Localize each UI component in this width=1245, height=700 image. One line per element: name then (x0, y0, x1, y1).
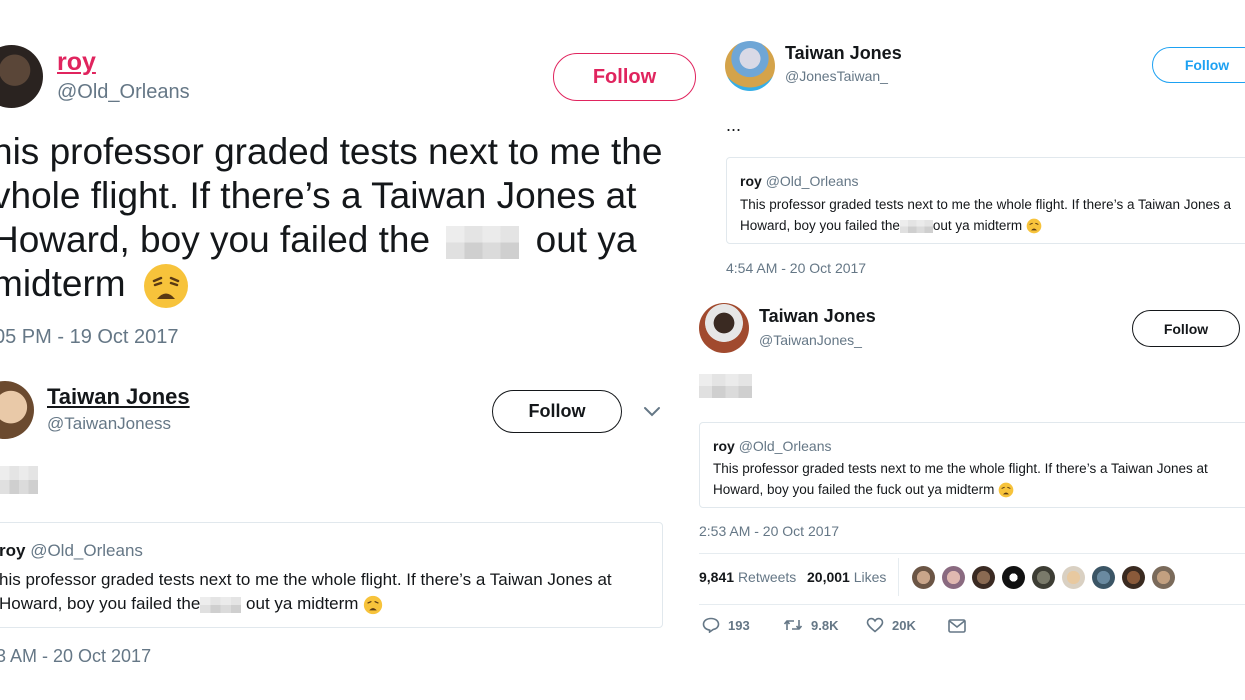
tweet-line-3-part-b: out ya (535, 219, 637, 260)
retweets-count: 9,841 (699, 569, 735, 585)
taiwanjones-timestamp[interactable]: 2:53 AM - 20 Oct 2017 (699, 523, 839, 539)
stats-divider-top (699, 553, 1245, 554)
follow-button-taiwanjoness[interactable]: Follow (492, 390, 622, 433)
reply-count: 193 (728, 617, 750, 633)
roy-tweet-timestamp[interactable]: 05 PM - 19 Oct 2017 (0, 326, 179, 349)
taiwanjoness-display-name[interactable]: Taiwan Jones (47, 384, 190, 410)
quoted-line-2: Howard, boy you failed the fuck out ya m… (713, 479, 1208, 500)
stats-divider-bottom (699, 604, 1245, 605)
likes-label: Likes (853, 569, 887, 585)
taiwanjones-avatar[interactable] (699, 303, 749, 353)
liker-avatar[interactable] (1122, 566, 1145, 589)
quoted-author-handle: @Old_Orleans (30, 541, 143, 560)
tweet-line-4-text: midterm (0, 263, 126, 304)
quoted-author: roy @Old_Orleans (713, 438, 832, 454)
retweets-label: Retweets (737, 569, 797, 585)
quoted-author: roy @Old_Orleans (740, 173, 859, 189)
envelope-icon[interactable] (948, 619, 966, 633)
quoted-author-name: roy (0, 541, 26, 560)
like-action[interactable]: 20K (866, 617, 916, 633)
liker-avatar[interactable] (1002, 566, 1025, 589)
quoted-line-1: This professor graded tests next to me t… (740, 197, 1232, 212)
taiwanjoness-reply-timestamp[interactable]: 3 AM - 20 Oct 2017 (0, 646, 151, 667)
jonestaiwan-timestamp[interactable]: 4:54 AM - 20 Oct 2017 (726, 260, 866, 276)
follow-button-jonestaiwan[interactable]: Follow (1152, 47, 1245, 83)
tweet-line-4: midterm (0, 262, 662, 310)
tweet-line-3-part-a: Howard, boy you failed the (0, 219, 431, 260)
quoted-text: his professor graded tests next to me th… (0, 568, 612, 616)
quoted-text: This professor graded tests next to me t… (740, 194, 1231, 236)
jonestaiwan-handle[interactable]: @JonesTaiwan_ (785, 68, 888, 84)
quoted-author-name: roy (713, 438, 735, 454)
quoted-tweet-card-left[interactable]: roy @Old_Orleans his professor graded te… (0, 522, 663, 628)
weary-face-emoji-icon (998, 483, 1014, 498)
quoted-line-1: his professor graded tests next to me th… (0, 570, 612, 589)
roy-display-name[interactable]: roy (57, 48, 96, 77)
quoted-tweet-card-bottom-right[interactable]: roy @Old_Orleans This professor graded t… (699, 422, 1245, 508)
retweets-stat[interactable]: 9,841 Retweets (699, 569, 796, 585)
quoted-line-2-b: out ya midterm (246, 594, 359, 613)
quoted-line-2-b: out ya midterm (932, 218, 1023, 233)
jonestaiwan-display-name[interactable]: Taiwan Jones (785, 43, 902, 64)
quoted-line-1: This professor graded tests next to me t… (713, 461, 1208, 476)
taiwanjones-display-name[interactable]: Taiwan Jones (759, 306, 876, 327)
reply-action[interactable]: 193 (702, 617, 750, 633)
like-count: 20K (892, 617, 916, 633)
weary-face-emoji-icon (1026, 219, 1042, 234)
retweet-count: 9.8K (811, 617, 839, 633)
censored-reply-text (699, 374, 752, 398)
censored-word-quote (899, 219, 933, 233)
liker-avatar[interactable] (912, 566, 935, 589)
weary-face-emoji-icon (143, 264, 188, 309)
roy-handle[interactable]: @Old_Orleans (57, 81, 190, 104)
quoted-author-name: roy (740, 173, 762, 189)
chevron-down-icon[interactable] (643, 406, 661, 418)
liker-avatar[interactable] (942, 566, 965, 589)
roy-tweet-text: his professor graded tests next to me th… (0, 130, 662, 310)
tweet-line-3: Howard, boy you failed the out ya (0, 218, 662, 262)
quoted-line-2-text: Howard, boy you failed the fuck out ya m… (713, 482, 995, 497)
likes-stat[interactable]: 20,001 Likes (807, 569, 886, 585)
heart-icon (866, 617, 884, 633)
tweet-line-1: his professor graded tests next to me th… (0, 131, 663, 172)
quoted-author-handle: @Old_Orleans (765, 173, 859, 189)
quoted-author: roy @Old_Orleans (0, 541, 143, 561)
roy-avatar[interactable] (0, 45, 43, 108)
follow-button-taiwanjones[interactable]: Follow (1132, 310, 1240, 347)
quoted-line-2: Howard, boy you failed the out ya midterm (740, 215, 1231, 236)
taiwanjones-handle[interactable]: @TaiwanJones_ (759, 332, 862, 348)
tweet-line-2: vhole flight. If there’s a Taiwan Jones … (0, 175, 637, 216)
quoted-text: This professor graded tests next to me t… (713, 458, 1208, 500)
jonestaiwan-tweet-text: ... (726, 115, 742, 135)
liker-avatar[interactable] (1032, 566, 1055, 589)
follow-button-roy[interactable]: Follow (553, 53, 696, 101)
quoted-line-2-a: Howard, boy you failed the (0, 594, 201, 613)
stats-vertical-divider (898, 558, 899, 596)
jonestaiwan-avatar[interactable] (725, 41, 775, 91)
quoted-author-handle: @Old_Orleans (738, 438, 832, 454)
liker-avatar[interactable] (1092, 566, 1115, 589)
quoted-tweet-card-top-right[interactable]: roy @Old_Orleans This professor graded t… (726, 157, 1245, 244)
weary-face-emoji-icon (364, 595, 383, 614)
liker-avatar[interactable] (1152, 566, 1175, 589)
quoted-line-2-a: Howard, boy you failed the (740, 218, 900, 233)
taiwanjoness-handle[interactable]: @TaiwanJoness (47, 414, 171, 434)
likes-count: 20,001 (807, 569, 850, 585)
censored-word-quote (200, 596, 242, 613)
censored-reply-text (0, 466, 38, 494)
liker-avatar[interactable] (1062, 566, 1085, 589)
taiwanjoness-avatar[interactable] (0, 381, 34, 439)
reply-icon (702, 617, 720, 633)
retweet-action[interactable]: 9.8K (783, 617, 838, 633)
retweet-icon (783, 620, 803, 630)
censored-word (446, 225, 520, 259)
liker-avatar[interactable] (972, 566, 995, 589)
quoted-line-2: Howard, boy you failed the out ya midter… (0, 592, 612, 616)
